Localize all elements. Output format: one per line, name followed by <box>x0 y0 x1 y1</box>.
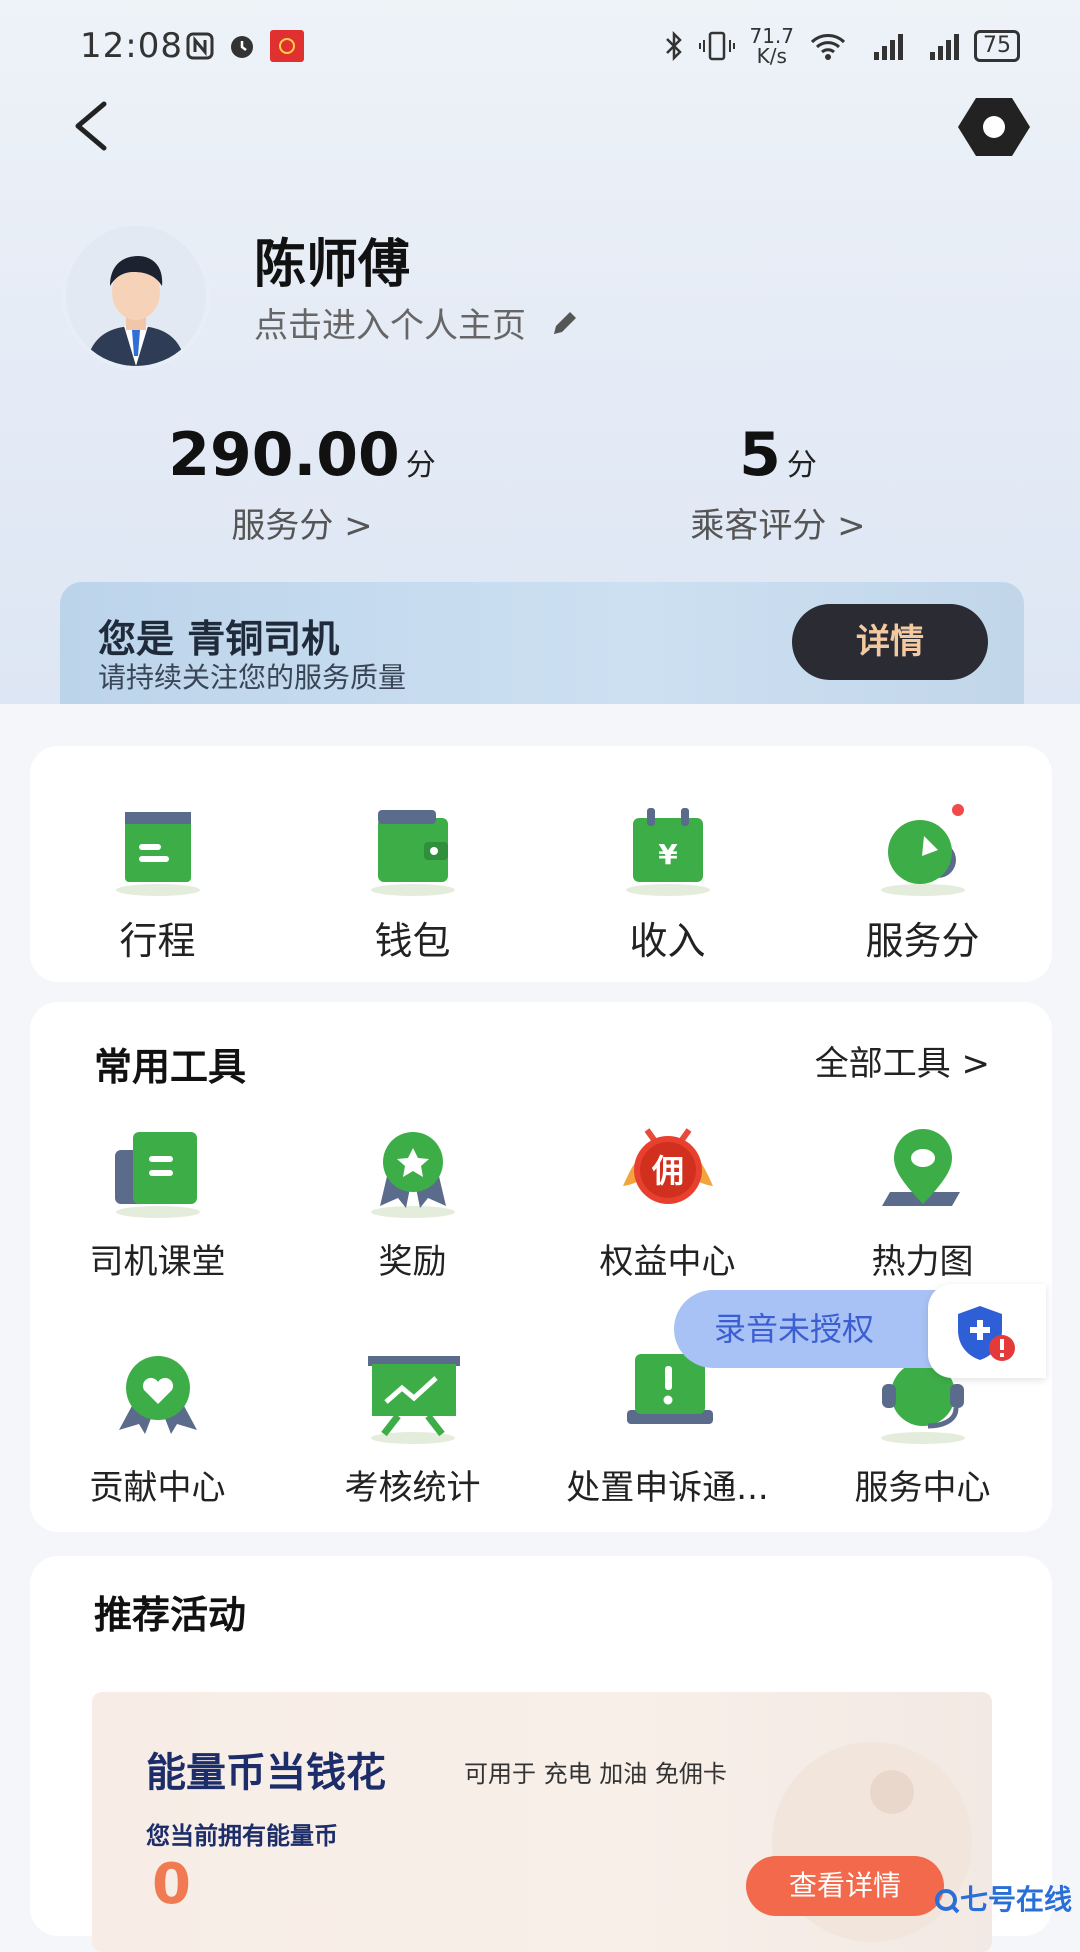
nfc-icon <box>186 32 214 60</box>
driver-level-subtitle: 请持续关注您的服务质量 <box>98 661 407 694</box>
energy-coin-label: 您当前拥有能量币 <box>146 1822 338 1850</box>
signal-4g-icon <box>930 34 959 60</box>
quick-action-trip[interactable]: 行程 <box>30 798 285 965</box>
energy-coin-subtitle: 可用于 充电 加油 免佣卡 <box>464 1760 727 1788</box>
avatar-illustration <box>66 226 206 366</box>
driver-level-title: 您是 青铜司机 <box>98 617 340 661</box>
trip-icon <box>115 812 200 896</box>
passenger-rating-label: 乘客评分 > <box>690 506 866 546</box>
passenger-rating-stat[interactable]: 5分 乘客评分 > <box>588 420 968 547</box>
tool-label: 司机课堂 <box>89 1242 226 1282</box>
quick-action-label: 收入 <box>629 919 706 963</box>
energy-coin-title: 能量币当钱花 <box>146 1750 386 1796</box>
driver-class-icon <box>114 1132 200 1218</box>
energy-coin-value: 0 <box>152 1852 191 1917</box>
service-score-label: 服务分 > <box>231 506 373 546</box>
vibrate-icon <box>699 31 736 61</box>
tool-driver-class[interactable]: 司机课堂 <box>30 1120 285 1283</box>
recording-shield-button[interactable] <box>928 1284 1046 1378</box>
activities-section-title: 推荐活动 <box>94 1593 247 1637</box>
tool-label: 处置申诉通... <box>566 1468 769 1508</box>
tool-label: 热力图 <box>871 1242 974 1282</box>
shield-alert-icon <box>958 1306 1015 1361</box>
common-tools-card: 常用工具 全部工具 > 司机课堂 奖励 佣 权益中心 热力图 贡献中心 考核统计… <box>30 1002 1052 1532</box>
tool-contribution-center[interactable]: 贡献中心 <box>30 1346 285 1509</box>
tool-label: 考核统计 <box>344 1468 481 1508</box>
assessment-chart-icon <box>367 1356 460 1444</box>
reward-icon <box>370 1132 455 1218</box>
service-score-unit: 分 <box>405 448 436 483</box>
wallet-icon <box>370 810 455 896</box>
quick-action-income[interactable]: ¥ 收入 <box>540 798 795 965</box>
commission-badge-icon: 佣 <box>622 1128 713 1204</box>
passenger-rating-unit: 分 <box>786 448 817 483</box>
view-details-button[interactable]: 查看详情 <box>746 1856 944 1916</box>
battery-indicator: 75 <box>974 30 1020 62</box>
quick-action-label: 服务分 <box>865 919 980 963</box>
tool-label: 权益中心 <box>599 1242 736 1282</box>
status-time: 12:08 <box>80 26 183 66</box>
signal-5g-icon <box>874 34 903 60</box>
tool-label: 贡献中心 <box>89 1468 226 1508</box>
tool-label: 奖励 <box>378 1242 447 1282</box>
level-detail-button[interactable]: 详情 <box>792 604 988 680</box>
bluetooth-icon <box>666 30 683 62</box>
tool-benefits-center[interactable]: 佣 权益中心 <box>540 1120 795 1283</box>
service-score-value: 290.00 <box>168 420 400 490</box>
status-icons: 71.7 K/s 75 <box>663 26 1020 66</box>
watermark-logo-icon <box>935 1889 960 1914</box>
edit-pencil-icon <box>554 311 576 334</box>
app-notification-icon <box>270 30 304 62</box>
svg-text:佣: 佣 <box>650 1152 683 1190</box>
avatar[interactable] <box>62 222 210 370</box>
tool-label: 服务中心 <box>854 1468 991 1508</box>
passenger-rating-value: 5 <box>739 420 781 490</box>
svg-text:¥: ¥ <box>658 838 678 871</box>
tool-appeal[interactable]: 处置申诉通... <box>540 1346 795 1509</box>
all-tools-link[interactable]: 全部工具 > <box>815 1036 990 1085</box>
driver-level-banner[interactable]: 您是 青铜司机 请持续关注您的服务质量 详情 <box>60 582 1024 704</box>
quick-action-wallet[interactable]: 钱包 <box>285 798 540 965</box>
service-score-stat[interactable]: 290.00 分 服务分 > <box>112 420 492 547</box>
back-button[interactable] <box>62 96 122 156</box>
heatmap-pin-icon <box>881 1129 960 1206</box>
energy-coin-banner[interactable]: 能量币当钱花 可用于 充电 加油 免佣卡 您当前拥有能量币 0 查看详情 <box>92 1692 992 1952</box>
profile-link-text: 点击进入个人主页 <box>254 306 526 346</box>
alarm-icon <box>231 36 253 58</box>
status-bar: 12:08 71.7 K/s 75 <box>0 0 1080 92</box>
wifi-icon <box>810 34 846 60</box>
tools-section-title: 常用工具 <box>94 1045 247 1089</box>
service-score-icon <box>880 804 965 896</box>
tool-heatmap[interactable]: 热力图 <box>795 1120 1050 1283</box>
tool-reward[interactable]: 奖励 <box>285 1120 540 1283</box>
quick-actions-card: 行程 钱包 ¥ 收入 服务分 <box>30 746 1052 982</box>
quick-action-label: 行程 <box>119 919 196 963</box>
quick-action-service-score[interactable]: 服务分 <box>795 798 1050 965</box>
settings-icon[interactable] <box>956 94 1032 160</box>
quick-action-label: 钱包 <box>374 919 451 963</box>
watermark: 七号在线 <box>934 1878 1072 1918</box>
driver-name[interactable]: 陈师傅 <box>254 222 410 297</box>
network-speed: 71.7 K/s <box>749 24 794 68</box>
contribution-heart-icon <box>118 1356 197 1434</box>
watermark-text: 七号在线 <box>960 1883 1073 1916</box>
profile-home-link[interactable]: 点击进入个人主页 <box>254 298 582 347</box>
tool-assessment-stats[interactable]: 考核统计 <box>285 1346 540 1509</box>
recommended-activities-card: 推荐活动 能量币当钱花 可用于 充电 加油 免佣卡 您当前拥有能量币 0 查看详… <box>30 1556 1052 1952</box>
income-icon: ¥ <box>625 808 710 896</box>
